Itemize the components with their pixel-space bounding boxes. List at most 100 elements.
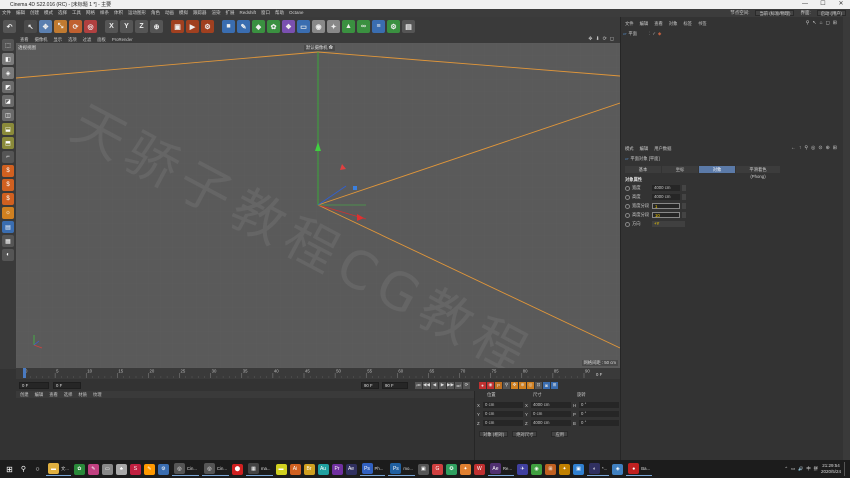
menu-item[interactable]: 运动图形 xyxy=(128,10,146,16)
menu-item[interactable]: 模式 xyxy=(44,10,53,16)
start-button[interactable]: ⊞ xyxy=(4,464,15,475)
spinner-icon[interactable] xyxy=(682,212,686,218)
position-field[interactable]: 0 cm xyxy=(483,411,523,417)
tag-icon[interactable]: ◆ xyxy=(658,31,661,37)
keyframe-button[interactable]: ◉ xyxy=(487,381,494,389)
left-tool-icon[interactable]: ▦ xyxy=(2,235,14,247)
check-icon[interactable]: ✓ xyxy=(652,31,656,37)
playback-button[interactable]: ▶▶ xyxy=(447,381,454,389)
move-icon[interactable]: ✥ xyxy=(39,20,52,33)
gear-icon[interactable]: ⚙ xyxy=(387,20,400,33)
menu-item[interactable]: 帮助 xyxy=(275,10,284,16)
left-tool-icon[interactable]: ⌐ xyxy=(2,151,14,163)
recent-icon[interactable]: ◎ xyxy=(84,20,97,33)
attribute-nav-icon[interactable]: ↑ xyxy=(799,145,802,151)
pen-icon[interactable]: ✎ xyxy=(237,20,250,33)
object-manager-icon[interactable]: ⚲ xyxy=(806,20,810,26)
size-mode-select[interactable]: 绝对尺寸 xyxy=(512,431,538,437)
keyframe-button[interactable]: ⚲ xyxy=(503,381,510,389)
attribute-menu-item[interactable]: 模式 xyxy=(625,146,634,152)
viewport-nav-icon[interactable]: ✥ xyxy=(588,36,592,43)
axis-x-icon[interactable]: X xyxy=(105,20,118,33)
viewport-nav-icon[interactable]: ⬇ xyxy=(595,36,599,43)
maximize-button[interactable]: ☐ xyxy=(814,0,832,9)
attribute-nav-icon[interactable]: ⊕ xyxy=(826,145,830,151)
menu-item[interactable]: 编辑 xyxy=(16,10,25,16)
close-button[interactable]: ✕ xyxy=(832,0,850,9)
rotation-field[interactable]: 0 ° xyxy=(579,420,619,426)
taskbar-app-icon[interactable]: W xyxy=(473,463,485,475)
tray-icon[interactable]: ⌃ xyxy=(784,466,788,472)
axis-y-icon[interactable]: Y xyxy=(120,20,133,33)
rotate-icon[interactable]: ⟳ xyxy=(69,20,82,33)
playback-button[interactable]: ⏮ xyxy=(415,381,422,389)
left-tool-icon[interactable]: ▤ xyxy=(2,221,14,233)
menu-item[interactable]: 跟踪器 xyxy=(193,10,207,16)
playhead[interactable] xyxy=(23,368,26,378)
spinner-icon[interactable] xyxy=(682,185,686,191)
object-menu-item[interactable]: 书签 xyxy=(698,21,707,27)
size-field[interactable]: 0 cm xyxy=(531,411,571,417)
attribute-value-field[interactable]: 10 xyxy=(652,212,680,218)
minimize-button[interactable]: — xyxy=(796,0,814,9)
viewport-menu-item[interactable]: 查看 xyxy=(20,37,29,43)
position-field[interactable]: 0 cm xyxy=(483,420,523,426)
taskbar-app-icon[interactable]: G xyxy=(431,463,443,475)
left-tool-icon[interactable]: $ xyxy=(2,193,14,205)
playback-button[interactable]: ▶ xyxy=(439,381,446,389)
attribute-value-field[interactable]: 4000 cm xyxy=(652,194,680,200)
taskbar-window[interactable]: ◎ Cin... xyxy=(171,463,199,476)
menu-item[interactable]: 选择 xyxy=(58,10,67,16)
menu-item[interactable]: 样条 xyxy=(100,10,109,16)
spinner-icon[interactable] xyxy=(682,203,686,209)
taskbar-app-icon[interactable]: ✿ xyxy=(73,463,85,475)
timeline-ruler[interactable]: 0 5 10 15 20 25 30 35 40 45 50 55 60 65 70 75 80 85 900 F xyxy=(20,368,616,378)
coord-mode-select[interactable]: 对象 (相对) xyxy=(479,431,509,437)
taskbar-app-icon[interactable]: ✦ xyxy=(459,463,471,475)
attribute-menu-item[interactable]: 编辑 xyxy=(640,146,649,152)
viewport-menu-item[interactable]: 显示 xyxy=(53,37,62,43)
attribute-nav-icon[interactable]: ◎ xyxy=(811,145,815,151)
left-tool-icon[interactable]: $ xyxy=(2,165,14,177)
camera-icon[interactable]: ◉ xyxy=(312,20,325,33)
undo-icon[interactable]: ↶ xyxy=(3,20,16,33)
end-frame-field[interactable]: 90 F xyxy=(361,381,379,389)
taskbar-window[interactable]: Ps mo... xyxy=(388,463,415,476)
plane-handle[interactable] xyxy=(353,186,357,190)
direction-select[interactable]: +Y xyxy=(652,221,685,227)
material-menu-item[interactable]: 编辑 xyxy=(35,392,44,398)
object-menu-item[interactable]: 编辑 xyxy=(640,21,649,27)
attribute-value-field[interactable]: 4000 cm xyxy=(652,185,680,191)
keyframe-button[interactable]: ◙ xyxy=(543,381,550,389)
material-menu-item[interactable]: 选择 xyxy=(64,392,73,398)
taskbar-window[interactable]: ● Ba... xyxy=(626,463,653,476)
taskbar-app-icon[interactable]: Ae xyxy=(345,463,357,475)
object-manager-icon[interactable]: ↖ xyxy=(812,20,816,26)
taskbar-app-icon[interactable]: ◈ xyxy=(612,463,624,475)
object-menu-item[interactable]: 查看 xyxy=(654,21,663,27)
taskbar-app-icon[interactable]: ▭ xyxy=(101,463,113,475)
left-tool-icon[interactable]: ⬓ xyxy=(2,123,14,135)
apply-button[interactable]: 应用 xyxy=(551,431,569,437)
show-desktop[interactable] xyxy=(844,462,848,476)
attribute-tab[interactable]: 平滑着色(Phong) xyxy=(736,166,780,179)
taskbar-window[interactable]: ◐ *... xyxy=(587,463,610,476)
left-tool-icon[interactable]: ⬒ xyxy=(2,137,14,149)
size-field[interactable]: 4000 cm xyxy=(531,402,571,408)
taskbar-app-icon[interactable]: ▣ xyxy=(573,463,584,475)
taskbar-app-icon[interactable]: ✎ xyxy=(143,463,155,475)
taskbar-app-icon[interactable]: ⬤ xyxy=(231,463,243,475)
left-tool-icon[interactable]: ◩ xyxy=(2,81,14,93)
playback-button[interactable]: ◀◀ xyxy=(423,381,430,389)
left-tool-icon[interactable]: ⬚ xyxy=(2,39,14,51)
max-frame-field[interactable]: 90 F xyxy=(382,381,408,389)
animate-dot-icon[interactable] xyxy=(625,194,630,200)
menu-item[interactable]: 动画 xyxy=(165,10,174,16)
camera-label[interactable]: 默认摄像机 ✿ xyxy=(304,45,335,51)
taskbar-app-icon[interactable]: ♣ xyxy=(115,463,127,475)
keyframe-button[interactable]: P xyxy=(495,381,502,389)
object-tree[interactable]: ▱ 平面 ⁚ ✓ ◆ xyxy=(621,28,843,152)
render-settings-icon[interactable]: ⚙ xyxy=(201,20,214,33)
menu-item[interactable]: 模拟 xyxy=(179,10,188,16)
left-tool-icon[interactable]: ◈ xyxy=(2,67,14,79)
